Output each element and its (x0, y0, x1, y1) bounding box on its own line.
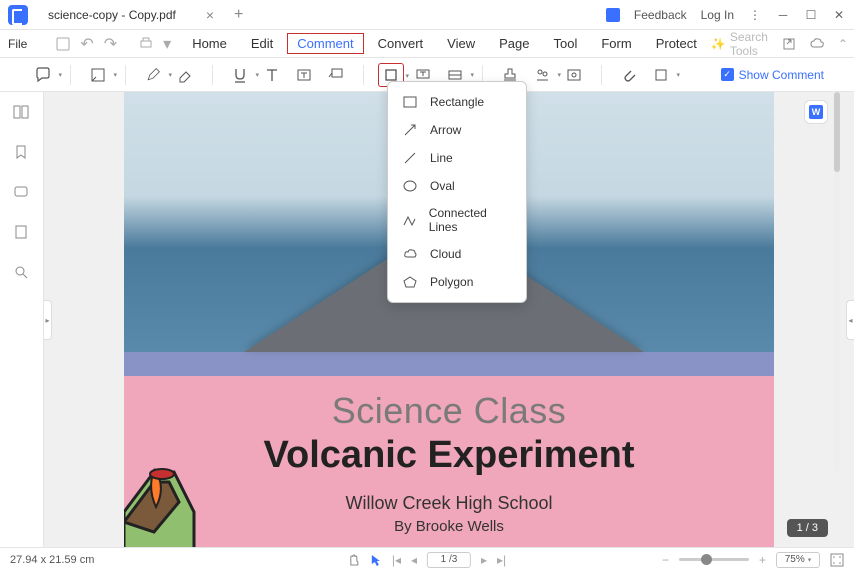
qat-print-icon[interactable] (139, 36, 153, 52)
line-icon (402, 150, 418, 166)
shape-connected-lines[interactable]: Connected Lines (388, 200, 526, 240)
menu-home[interactable]: Home (182, 33, 237, 54)
kebab-menu-icon[interactable]: ⋮ (748, 8, 762, 22)
shape-oval[interactable]: Oval (388, 172, 526, 200)
menu-page[interactable]: Page (489, 33, 539, 54)
next-page-icon[interactable]: ▸ (481, 553, 487, 567)
fit-page-icon[interactable] (830, 553, 844, 567)
qat-save-icon[interactable] (56, 36, 70, 52)
word-export-badge[interactable]: W (804, 100, 828, 124)
first-page-icon[interactable]: |◂ (392, 553, 401, 567)
collapse-ribbon-icon[interactable]: ⌃ (838, 37, 848, 51)
left-sidebar (0, 92, 44, 547)
page-number-input[interactable]: 1 /3 (427, 552, 471, 568)
shape-line[interactable]: Line (388, 144, 526, 172)
hide-tool[interactable] (648, 63, 674, 87)
comments-panel-icon[interactable] (13, 184, 31, 202)
polygon-icon (402, 274, 418, 290)
zoom-slider[interactable] (679, 558, 749, 561)
shapes-dropdown-menu: Rectangle Arrow Line Oval Connected Line… (387, 81, 527, 303)
close-window-icon[interactable]: ✕ (832, 8, 846, 22)
document-tab[interactable]: science-copy - Copy.pdf × (38, 2, 224, 28)
menu-convert[interactable]: Convert (368, 33, 434, 54)
maximize-icon[interactable]: ☐ (804, 8, 818, 22)
callout-tool[interactable] (323, 63, 349, 87)
page-indicator-badge: 1 / 3 (787, 519, 828, 537)
shape-cloud[interactable]: Cloud (388, 240, 526, 268)
volcano-illustration (124, 432, 244, 547)
last-page-icon[interactable]: ▸| (497, 553, 506, 567)
checkbox-checked-icon: ✓ (721, 68, 734, 81)
page-dimensions-label: 27.94 x 21.59 cm (10, 554, 94, 566)
status-bar: 27.94 x 21.59 cm |◂ ◂ 1 /3 ▸ ▸| − + 75%▾ (0, 547, 854, 571)
cloud-icon[interactable] (810, 37, 824, 51)
attachments-panel-icon[interactable] (13, 224, 31, 242)
add-tab-button[interactable]: + (234, 6, 243, 24)
highlight-tool[interactable] (85, 63, 111, 87)
hand-tool-icon[interactable] (348, 554, 360, 566)
menu-bar: File ↶ ↷ ▾ Home Edit Comment Convert Vie… (0, 30, 854, 58)
title-section: Science Class Volcanic Experiment Willow… (124, 376, 774, 547)
sparkle-icon: ✨ (711, 37, 726, 51)
close-tab-icon[interactable]: × (206, 7, 214, 23)
qat-redo-icon[interactable]: ↷ (104, 36, 117, 52)
prev-page-icon[interactable]: ◂ (411, 553, 417, 567)
share-icon[interactable] (782, 37, 796, 51)
file-menu[interactable]: File (8, 37, 27, 51)
link-tool[interactable] (561, 63, 587, 87)
menu-protect[interactable]: Protect (646, 33, 707, 54)
title-bar: science-copy - Copy.pdf × + Feedback Log… (0, 0, 854, 30)
zoom-in-icon[interactable]: + (759, 553, 766, 567)
rectangle-icon (402, 94, 418, 110)
vertical-scrollbar[interactable] (834, 92, 840, 472)
select-tool-icon[interactable] (370, 554, 382, 566)
search-tools[interactable]: ✨ Search Tools (711, 30, 768, 58)
eraser-tool[interactable] (172, 63, 198, 87)
menu-comment[interactable]: Comment (287, 33, 363, 54)
thumbnails-icon[interactable] (13, 104, 31, 122)
menu-view[interactable]: View (437, 33, 485, 54)
attachment-tool[interactable] (616, 63, 642, 87)
signature-tool[interactable] (529, 63, 555, 87)
connected-lines-icon (402, 212, 417, 228)
arrow-icon (402, 122, 418, 138)
shape-polygon[interactable]: Polygon (388, 268, 526, 296)
search-tools-label: Search Tools (730, 30, 768, 58)
oval-icon (402, 178, 418, 194)
feedback-icon (606, 8, 620, 22)
zoom-level-select[interactable]: 75%▾ (776, 552, 820, 568)
text-tool[interactable] (259, 63, 285, 87)
doc-supertitle: Science Class (124, 390, 774, 432)
show-comment-toggle[interactable]: ✓ Show Comment (721, 68, 824, 82)
word-icon: W (809, 105, 823, 119)
tab-title: science-copy - Copy.pdf (48, 8, 176, 22)
menu-tool[interactable]: Tool (544, 33, 588, 54)
login-link[interactable]: Log In (701, 8, 734, 22)
shape-arrow[interactable]: Arrow (388, 116, 526, 144)
cloud-shape-icon (402, 246, 418, 262)
zoom-out-icon[interactable]: − (662, 553, 669, 567)
show-comment-label: Show Comment (739, 68, 824, 82)
search-panel-icon[interactable] (13, 264, 31, 282)
right-panel-handle[interactable]: ◂ (846, 300, 854, 340)
qat-undo-icon[interactable]: ↶ (80, 36, 93, 52)
app-logo-icon (8, 5, 28, 25)
menu-edit[interactable]: Edit (241, 33, 283, 54)
menu-form[interactable]: Form (591, 33, 641, 54)
note-tool[interactable] (30, 63, 56, 87)
pencil-tool[interactable] (140, 63, 166, 87)
bookmark-icon[interactable] (13, 144, 31, 162)
textbox-tool[interactable] (291, 63, 317, 87)
left-panel-handle[interactable]: ▸ (44, 300, 52, 340)
underline-tool[interactable] (227, 63, 253, 87)
qat-more-icon[interactable]: ▾ (163, 36, 171, 52)
shape-rectangle[interactable]: Rectangle (388, 88, 526, 116)
minimize-icon[interactable]: ─ (776, 8, 790, 22)
divider-bar (124, 352, 774, 376)
feedback-link[interactable]: Feedback (634, 8, 687, 22)
